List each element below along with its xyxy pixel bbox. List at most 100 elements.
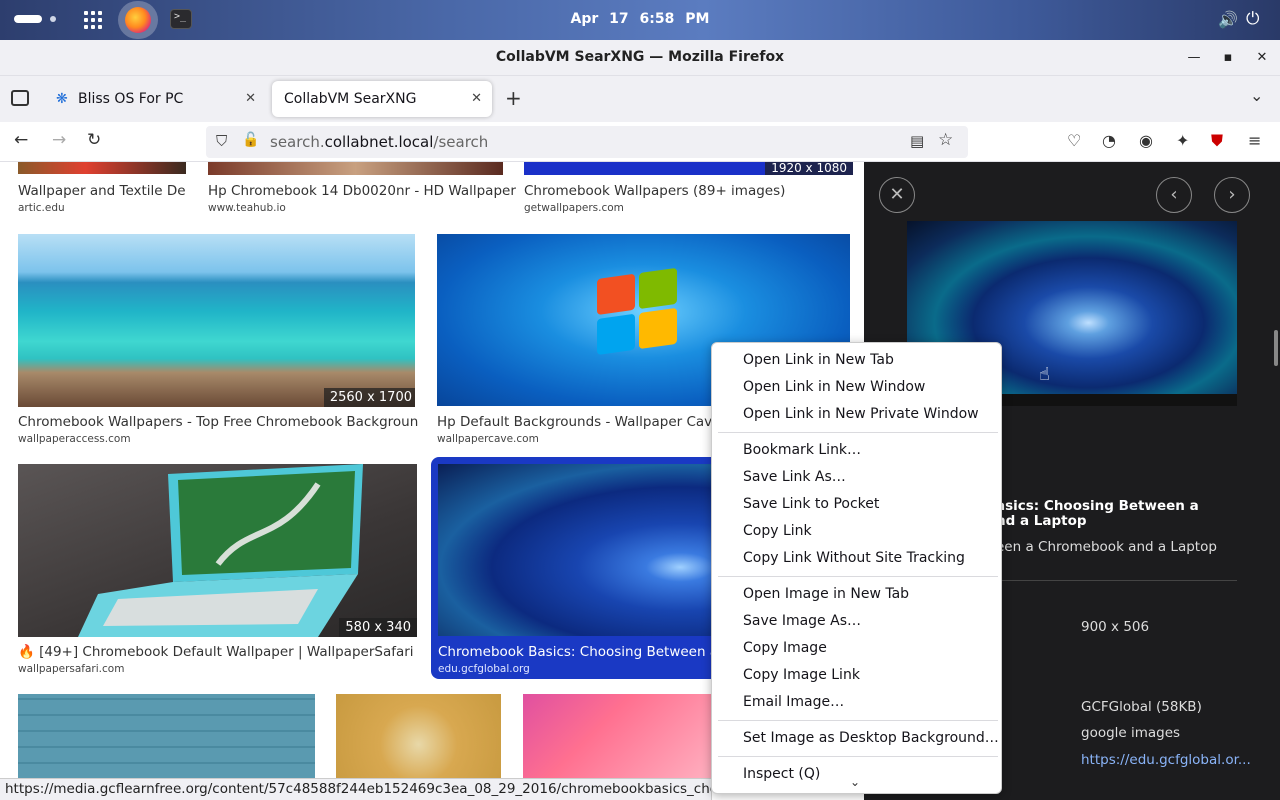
firefox-icon <box>125 7 151 33</box>
clock-date: Apr 17 <box>570 11 629 27</box>
result-card[interactable]: Wallpaper and Textile Des... artic.edu <box>18 162 186 214</box>
result-thumbnail[interactable]: 1920 x 1080 <box>524 162 853 175</box>
close-tab-icon[interactable]: ✕ <box>471 81 482 117</box>
menu-set-desktop-background[interactable]: Set Image as Desktop Background… <box>743 730 999 746</box>
image-size-badge: 580 x 340 <box>339 618 417 637</box>
firefox-dock-item[interactable] <box>118 1 158 39</box>
result-thumbnail[interactable] <box>336 694 501 778</box>
result-source: getwallpapers.com <box>524 202 624 214</box>
result-thumbnail[interactable] <box>438 464 723 636</box>
downloads-progress-icon[interactable]: ◔ <box>1102 131 1116 150</box>
tab-bliss-os[interactable]: ❋ Bliss OS For PC ✕ <box>44 81 266 117</box>
list-all-tabs-icon[interactable]: ⌄ <box>1250 86 1263 105</box>
detail-scrollbar[interactable] <box>1274 330 1278 366</box>
firefox-view-icon[interactable] <box>11 90 29 106</box>
result-card[interactable]: 2560 x 1700 Chromebook Wallpapers - Top … <box>18 234 418 446</box>
power-icon[interactable]: ⏻ <box>1246 9 1259 29</box>
menu-save-link-as[interactable]: Save Link As… <box>743 469 846 485</box>
detail-description: een a Chromebook and a Laptop <box>996 539 1217 555</box>
minimize-button[interactable]: — <box>1184 48 1204 68</box>
reload-button[interactable]: ↻ <box>87 130 101 150</box>
menu-open-link-private-window[interactable]: Open Link in New Private Window <box>743 406 979 422</box>
clock[interactable]: Apr 17 6:58 PM <box>560 11 720 27</box>
menu-copy-link-without-tracking[interactable]: Copy Link Without Site Tracking <box>743 550 965 566</box>
menu-save-link-to-pocket[interactable]: Save Link to Pocket <box>743 496 879 512</box>
result-thumbnail[interactable] <box>523 694 713 778</box>
result-card[interactable]: 1920 x 1080 Chromebook Wallpapers (89+ i… <box>524 162 854 214</box>
ublock-icon[interactable]: ⛊ <box>1211 131 1223 151</box>
menu-email-image[interactable]: Email Image… <box>743 694 844 710</box>
account-icon[interactable]: ◉ <box>1139 131 1153 150</box>
extensions-icon[interactable]: ✦ <box>1176 131 1189 150</box>
tab-collabvm-searxng[interactable]: CollabVM SearXNG ✕ <box>272 81 492 117</box>
detail-url-link[interactable]: https://edu.gcfglobal.or... <box>1081 752 1251 768</box>
forward-button[interactable]: → <box>52 130 66 150</box>
menu-copy-link[interactable]: Copy Link <box>743 523 812 539</box>
result-card-selected[interactable]: Chromebook Basics: Choosing Between a Ch… <box>431 457 723 679</box>
app-grid-icon[interactable] <box>84 11 102 29</box>
menu-separator <box>718 756 998 757</box>
result-title[interactable]: Hp Default Backgrounds - Wallpaper Cave <box>437 414 720 430</box>
gnome-top-bar: Apr 17 6:58 PM 🔊 ⏻ <box>0 0 1280 40</box>
result-thumbnail[interactable] <box>18 162 186 174</box>
hand-cursor-icon: ☝ <box>1039 364 1050 385</box>
result-title[interactable]: [49+] Chromebook Default Wallpaper | Wal… <box>39 644 413 660</box>
menu-open-link-new-tab[interactable]: Open Link in New Tab <box>743 352 894 368</box>
link-status-bar: https://media.gcflearnfree.org/content/5… <box>0 778 712 800</box>
result-thumbnail[interactable] <box>18 694 315 778</box>
menu-save-image-as[interactable]: Save Image As… <box>743 613 861 629</box>
close-window-button[interactable]: ✕ <box>1252 48 1272 68</box>
result-title[interactable]: Chromebook Wallpapers - Top Free Chromeb… <box>18 414 418 430</box>
detail-title[interactable]: asics: Choosing Between a nd a Laptop <box>996 499 1199 529</box>
result-title[interactable]: Chromebook Basics: Choosing Between a Ch… <box>438 644 723 660</box>
pocket-icon[interactable]: ♡ <box>1067 131 1081 150</box>
url-text[interactable]: search.collabnet.local/search <box>270 133 488 151</box>
result-source: edu.gcfglobal.org <box>438 663 530 675</box>
tab-label: Bliss OS For PC <box>78 91 184 107</box>
url-bar[interactable]: ⛉ 🔓 search.collabnet.local/search ▤ ☆ <box>206 126 968 158</box>
menu-open-image-new-tab[interactable]: Open Image in New Tab <box>743 586 909 602</box>
context-menu: Open Link in New Tab Open Link in New Wi… <box>711 342 1002 794</box>
close-detail-button[interactable]: ✕ <box>879 177 915 213</box>
menu-bookmark-link[interactable]: Bookmark Link… <box>743 442 861 458</box>
result-source: artic.edu <box>18 202 65 214</box>
result-source: wallpapercave.com <box>437 433 539 445</box>
result-thumbnail[interactable]: 580 x 340 <box>18 464 417 637</box>
menu-copy-image-link[interactable]: Copy Image Link <box>743 667 860 683</box>
new-tab-button[interactable]: + <box>505 86 522 110</box>
menu-copy-image[interactable]: Copy Image <box>743 640 827 656</box>
menu-scroll-down-icon[interactable]: ⌄ <box>850 775 860 789</box>
result-card[interactable]: Hp Chromebook 14 Db0020nr - HD Wallpaper… <box>208 162 516 214</box>
result-source: www.teahub.io <box>208 202 286 214</box>
result-thumbnail[interactable] <box>208 162 503 175</box>
close-tab-icon[interactable]: ✕ <box>245 81 256 117</box>
detail-resolution: 900 x 506 <box>1081 619 1150 635</box>
terminal-icon[interactable] <box>170 9 192 29</box>
result-title[interactable]: Wallpaper and Textile Des... <box>18 183 186 199</box>
back-button[interactable]: ← <box>14 130 28 150</box>
result-thumbnail[interactable]: 2560 x 1700 <box>18 234 415 407</box>
reader-view-icon[interactable]: ▤ <box>910 132 924 150</box>
next-image-button[interactable]: › <box>1214 177 1250 213</box>
workspace-dot <box>50 16 56 22</box>
image-size-badge: 2560 x 1700 <box>323 388 415 407</box>
detail-source: GCFGlobal (58KB) <box>1081 699 1202 715</box>
bookmark-star-icon[interactable]: ☆ <box>938 130 953 150</box>
menu-open-link-new-window[interactable]: Open Link in New Window <box>743 379 925 395</box>
result-title[interactable]: Hp Chromebook 14 Db0020nr - HD Wallpaper <box>208 183 516 199</box>
window-title: CollabVM SearXNG — Mozilla Firefox <box>495 49 785 65</box>
clock-time: 6:58 PM <box>639 11 710 27</box>
activities-indicator[interactable] <box>14 15 42 23</box>
result-source: wallpapersafari.com <box>18 663 125 675</box>
volume-icon[interactable]: 🔊 <box>1218 10 1238 29</box>
menu-inspect[interactable]: Inspect (Q) <box>743 766 820 782</box>
image-size-badge: 1920 x 1080 <box>765 162 853 175</box>
window-title-bar: CollabVM SearXNG — Mozilla Firefox — ▪ ✕ <box>0 40 1280 76</box>
result-title[interactable]: Chromebook Wallpapers (89+ images) <box>524 183 785 199</box>
maximize-button[interactable]: ▪ <box>1218 48 1238 68</box>
previous-image-button[interactable]: ‹ <box>1156 177 1192 213</box>
tracking-protection-icon[interactable]: ⛉ <box>216 132 227 150</box>
menu-icon[interactable]: ≡ <box>1248 131 1261 150</box>
result-card[interactable]: 580 x 340 🔥 [49+] Chromebook Default Wal… <box>18 464 418 676</box>
insecure-lock-icon[interactable]: 🔓 <box>242 132 259 148</box>
